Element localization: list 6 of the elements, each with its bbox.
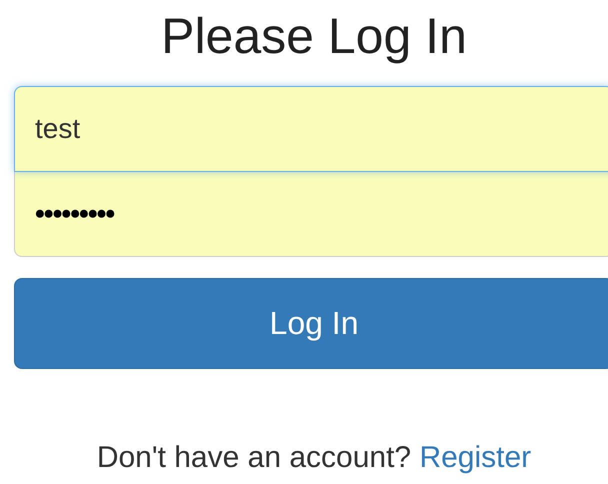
page-title: Please Log In (160, 7, 468, 66)
password-field[interactable]: ••••••••• (14, 171, 608, 257)
username-field[interactable]: test (14, 86, 608, 172)
login-button[interactable]: Log In (14, 278, 608, 369)
account-prompt: Don't have an account? (96, 441, 412, 474)
register-link[interactable]: Register (419, 441, 532, 474)
